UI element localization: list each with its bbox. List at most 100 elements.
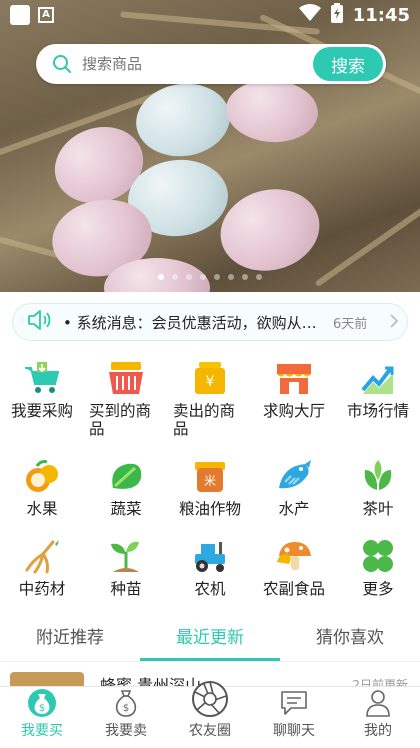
grid-item-machinery[interactable]: 农机 [168, 536, 252, 616]
grid-item-tea[interactable]: 茶叶 [336, 456, 420, 536]
tab-nearby[interactable]: 附近推荐 [0, 610, 140, 661]
grid-item-label: 我要采购 [10, 402, 73, 420]
search-bar: 搜索 [36, 44, 386, 84]
grid-item-label: 买到的商品 [89, 402, 152, 438]
svg-text:米: 米 [204, 474, 216, 488]
ginseng-icon [22, 536, 62, 576]
nav-community[interactable]: 农友圈 [168, 681, 252, 748]
grid-item-label: 蔬菜 [110, 500, 142, 518]
carousel-dot[interactable] [200, 274, 206, 280]
bottom-nav: $ 我要买 $ 我要卖 农友圈 聊聊天 我的 [0, 681, 420, 748]
carousel-dot[interactable] [214, 274, 220, 280]
carousel-dots [0, 274, 420, 280]
grid-item-label: 求购大厅 [262, 402, 325, 420]
grid-row: 我要采购 买到的商品 ¥ 卖出的商品 求购大厅 市场行情 [0, 358, 420, 450]
svg-text:$: $ [39, 703, 45, 714]
grid-item-byproducts[interactable]: 农副食品 [252, 536, 336, 616]
egg-image [211, 178, 329, 282]
grid-row: 中药材 种苗 农机 农副食品 更多 [0, 536, 420, 616]
grid-item-label: 市场行情 [346, 402, 409, 420]
user-icon [362, 687, 394, 718]
carousel-dot[interactable] [242, 274, 248, 280]
search-input[interactable] [82, 55, 313, 73]
grid-item-vegetable[interactable]: 蔬菜 [84, 456, 168, 536]
vegetable-icon [106, 456, 146, 496]
system-notice[interactable]: • 系统消息：会员优惠活动，欲购从速，优惠多多 6天前 [12, 303, 408, 341]
carousel-dot[interactable] [228, 274, 234, 280]
grid-item-label: 卖出的商品 [173, 402, 236, 438]
orange-icon [22, 456, 62, 496]
money-bag-icon: $ [26, 687, 58, 718]
svg-text:$: $ [123, 703, 129, 714]
notification-icon [10, 5, 30, 25]
notice-text: • 系统消息：会员优惠活动，欲购从速，优惠多多 [63, 313, 331, 332]
nav-label: 我要买 [21, 723, 63, 739]
speaker-icon [27, 309, 53, 335]
money-sack-icon: $ [110, 687, 142, 718]
carousel-dot[interactable] [158, 274, 164, 280]
aperture-icon [190, 680, 230, 718]
svg-text:¥: ¥ [206, 374, 215, 390]
notice-time: 6天前 [333, 316, 368, 332]
grid-item-label: 茶叶 [362, 500, 394, 518]
grain-sack-icon: 米 [190, 456, 230, 496]
clock: 11:45 [352, 4, 410, 26]
grid-item-demand-hall[interactable]: 求购大厅 [252, 358, 336, 450]
storefront-icon [274, 358, 314, 398]
nav-chat[interactable]: 聊聊天 [252, 687, 336, 748]
grid-item-purchase[interactable]: 我要采购 [0, 358, 84, 450]
basket-icon [106, 358, 146, 398]
grid-item-aquatic[interactable]: 水产 [252, 456, 336, 536]
wifi-icon [298, 4, 321, 26]
grid-item-more[interactable]: 更多 [336, 536, 420, 616]
app-notification-icon: A [38, 7, 54, 23]
egg-image [223, 76, 321, 146]
tea-leaf-icon [358, 456, 398, 496]
grid-item-label: 种苗 [110, 580, 142, 598]
nav-label: 聊聊天 [273, 723, 315, 739]
cash-register-icon: ¥ [190, 358, 230, 398]
grid-item-bought[interactable]: 买到的商品 [84, 358, 168, 450]
grid-item-fruit[interactable]: 水果 [0, 456, 84, 536]
carousel-dot[interactable] [186, 274, 192, 280]
grid-item-label: 中药材 [18, 580, 66, 598]
search-button[interactable]: 搜索 [313, 47, 383, 81]
nav-sell[interactable]: $ 我要卖 [84, 687, 168, 748]
grid-item-label: 农机 [194, 580, 226, 598]
egg-image [131, 77, 235, 163]
shopping-cart-icon [22, 358, 62, 398]
fish-icon [274, 456, 314, 496]
grid-item-label: 水果 [26, 500, 58, 518]
nav-label: 我要卖 [105, 723, 147, 739]
nav-profile[interactable]: 我的 [336, 687, 420, 748]
clover-icon [358, 536, 398, 576]
tab-recommended[interactable]: 猜你喜欢 [280, 610, 420, 661]
grid-item-herbal[interactable]: 中药材 [0, 536, 84, 616]
carousel-dot[interactable] [256, 274, 262, 280]
grid-item-sold[interactable]: ¥ 卖出的商品 [168, 358, 252, 450]
search-icon [42, 44, 82, 84]
chat-bubble-icon [278, 687, 310, 718]
carousel-dot[interactable] [172, 274, 178, 280]
nav-label: 农友圈 [189, 723, 231, 739]
nav-buy[interactable]: $ 我要买 [0, 687, 84, 748]
mushroom-icon [274, 536, 314, 576]
grid-item-label: 农副食品 [262, 580, 325, 598]
grid-item-label: 水产 [278, 500, 310, 518]
grid-item-market-trend[interactable]: 市场行情 [336, 358, 420, 450]
battery-icon [330, 3, 343, 27]
category-grid: 我要采购 买到的商品 ¥ 卖出的商品 求购大厅 市场行情 水果 蔬菜 米 粮油作… [0, 358, 420, 616]
nav-label: 我的 [364, 723, 392, 739]
grid-item-seedling[interactable]: 种苗 [84, 536, 168, 616]
grid-item-label: 粮油作物 [178, 500, 241, 518]
tractor-icon [190, 536, 230, 576]
seedling-icon [106, 536, 146, 576]
status-bar: A 11:45 [0, 0, 420, 30]
trend-chart-icon [358, 358, 398, 398]
grid-item-grain-oil[interactable]: 米 粮油作物 [168, 456, 252, 536]
grid-item-label: 更多 [362, 580, 394, 598]
feed-tabs: 附近推荐 最近更新 猜你喜欢 [0, 610, 420, 662]
grid-row: 水果 蔬菜 米 粮油作物 水产 茶叶 [0, 456, 420, 536]
tab-recent[interactable]: 最近更新 [140, 610, 280, 661]
chevron-right-icon [389, 313, 399, 332]
